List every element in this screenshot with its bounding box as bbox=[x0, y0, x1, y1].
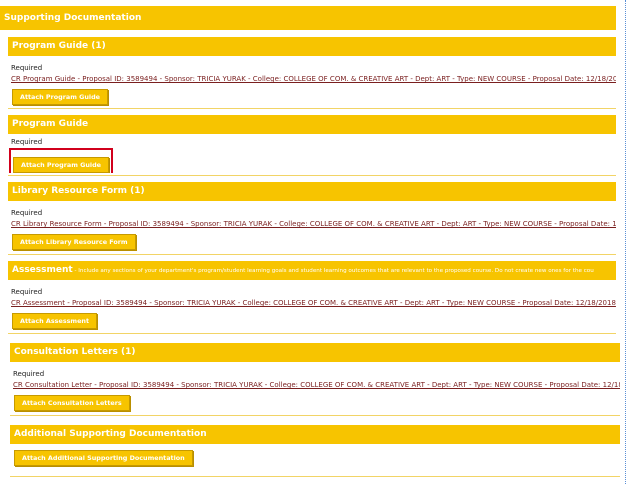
attachment-link[interactable]: CR Consultation Letter - Proposal ID: 35… bbox=[13, 381, 620, 389]
attachment-link[interactable]: CR Program Guide - Proposal ID: 3589494 … bbox=[11, 75, 616, 83]
attach-program-guide-button[interactable]: Attach Program Guide bbox=[13, 157, 109, 173]
supporting-documentation-header: Supporting Documentation bbox=[0, 6, 616, 30]
section-title: Assessment bbox=[12, 265, 73, 275]
section-header: Program Guide (1) bbox=[8, 37, 616, 56]
divider bbox=[8, 108, 616, 109]
required-label: Required bbox=[13, 370, 45, 378]
section-header: Assessment - Include any sections of you… bbox=[8, 261, 616, 280]
section-title: Program Guide (1) bbox=[12, 41, 106, 51]
section-title: Consultation Letters (1) bbox=[14, 347, 136, 357]
required-label: Required bbox=[11, 209, 43, 217]
attachment-link[interactable]: CR Library Resource Form - Proposal ID: … bbox=[11, 220, 616, 228]
divider bbox=[8, 254, 616, 255]
section-header: Additional Supporting Documentation bbox=[10, 425, 620, 444]
attach-program-guide-button[interactable]: Attach Program Guide bbox=[12, 89, 108, 105]
divider bbox=[8, 175, 616, 176]
section-title: Program Guide bbox=[12, 119, 89, 129]
required-label: Required bbox=[11, 64, 43, 72]
divider bbox=[10, 476, 620, 477]
section-program-guide-1: Program Guide (1) Required CR Program Gu… bbox=[8, 37, 616, 107]
required-label: Required bbox=[11, 138, 43, 146]
divider bbox=[8, 333, 616, 334]
section-header: Consultation Letters (1) bbox=[10, 343, 620, 362]
attach-library-resource-form-button[interactable]: Attach Library Resource Form bbox=[12, 234, 136, 250]
section-title: Additional Supporting Documentation bbox=[14, 429, 207, 439]
section-assessment: Assessment - Include any sections of you… bbox=[8, 261, 616, 331]
focus-highlight: Attach Program Guide bbox=[9, 148, 113, 173]
section-note: - Include any sections of your departmen… bbox=[72, 268, 594, 274]
attach-assessment-button[interactable]: Attach Assessment bbox=[12, 313, 98, 329]
attachment-link[interactable]: CR Assessment - Proposal ID: 3589494 - S… bbox=[11, 299, 616, 307]
page-edge-guide bbox=[625, 0, 626, 484]
required-label: Required bbox=[11, 288, 43, 296]
section-header: Program Guide bbox=[8, 115, 616, 134]
section-header: Library Resource Form (1) bbox=[8, 182, 616, 201]
attach-additional-supporting-documentation-button[interactable]: Attach Additional Supporting Documentati… bbox=[14, 450, 193, 466]
section-additional-supporting-documentation: Additional Supporting Documentation Atta… bbox=[10, 425, 620, 475]
section-program-guide: Program Guide Required Attach Program Gu… bbox=[8, 115, 616, 173]
divider bbox=[10, 415, 620, 416]
section-title: Library Resource Form (1) bbox=[12, 186, 145, 196]
attach-consultation-letters-button[interactable]: Attach Consultation Letters bbox=[14, 395, 130, 411]
section-consultation-letters: Consultation Letters (1) Required CR Con… bbox=[10, 343, 620, 413]
section-library-resource-form: Library Resource Form (1) Required CR Li… bbox=[8, 182, 616, 252]
